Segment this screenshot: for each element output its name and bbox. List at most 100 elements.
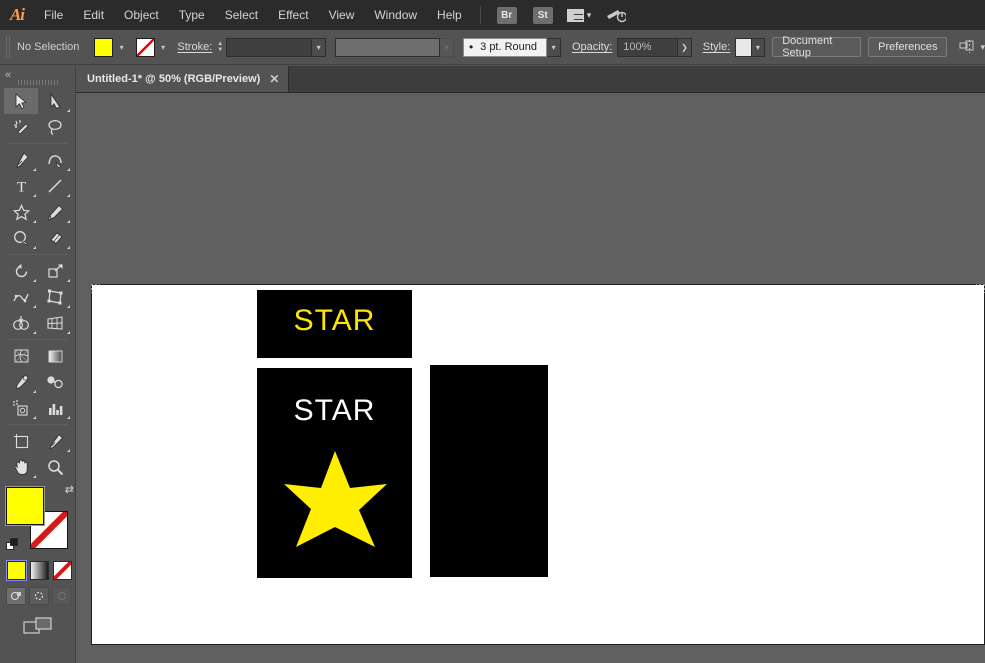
arrange-documents-icon	[567, 9, 584, 22]
tools-panel: «	[0, 66, 76, 663]
pen-nib-icon	[13, 152, 29, 169]
menu-effect[interactable]: Effect	[268, 0, 318, 30]
magic-wand-tool[interactable]	[4, 114, 38, 140]
artboard-corner-mark	[91, 284, 100, 293]
style-label[interactable]: Style:	[703, 41, 731, 53]
menu-object[interactable]: Object	[114, 0, 169, 30]
graphic-style-swatch[interactable]	[735, 38, 751, 57]
none-mode-button[interactable]	[53, 561, 72, 580]
draw-normal-button[interactable]	[6, 587, 26, 605]
paintbrush-tool[interactable]	[38, 199, 72, 225]
flyout-indicator	[67, 416, 70, 419]
line-segment-tool[interactable]	[38, 173, 72, 199]
direct-selection-arrow-icon	[49, 93, 62, 110]
selection-tool[interactable]	[4, 88, 38, 114]
width-tool[interactable]	[4, 284, 38, 310]
canvas-area[interactable]: STAR STAR	[76, 93, 985, 663]
menu-window[interactable]: Window	[364, 0, 427, 30]
opacity-label[interactable]: Opacity:	[572, 41, 612, 53]
menu-select[interactable]: Select	[215, 0, 268, 30]
shaper-pencil-tool[interactable]	[4, 225, 38, 251]
align-icon	[959, 40, 977, 55]
default-fill-stroke-icon[interactable]	[6, 538, 19, 551]
document-setup-button[interactable]: Document Setup	[772, 37, 861, 57]
slice-tool[interactable]	[38, 428, 72, 454]
variable-width-profile-dropdown[interactable]: ▾	[440, 38, 454, 57]
pen-tool[interactable]	[4, 147, 38, 173]
stroke-weight-stepper[interactable]: ▲▼	[217, 41, 223, 53]
artboard[interactable]: STAR STAR	[91, 284, 985, 645]
swap-fill-stroke-icon[interactable]: ⇄	[65, 483, 74, 496]
tools-panel-grip[interactable]	[18, 80, 58, 85]
menu-type[interactable]: Type	[169, 0, 215, 30]
free-transform-tool[interactable]	[38, 284, 72, 310]
shape-star-tool[interactable]	[4, 199, 38, 225]
change-screen-mode-button[interactable]	[0, 615, 75, 637]
symbol-sprayer-tool[interactable]	[4, 395, 38, 421]
shape-builder-tool[interactable]	[4, 310, 38, 336]
opacity-input[interactable]: 100%	[617, 38, 678, 57]
gradient-mode-button[interactable]	[30, 561, 49, 580]
variable-width-profile-input[interactable]	[335, 38, 440, 57]
align-options-button[interactable]: ▾	[959, 40, 985, 55]
fill-dropdown-chevron-icon[interactable]: ▾	[115, 38, 128, 57]
brush-definition-input[interactable]: • 3 pt. Round	[463, 38, 547, 57]
arrange-documents-button[interactable]: ▾	[567, 9, 592, 22]
black-rectangle-poster[interactable]: STAR	[257, 368, 412, 578]
stroke-dropdown-chevron-icon[interactable]: ▾	[157, 38, 170, 57]
stroke-color-swatch[interactable]	[136, 38, 155, 57]
rotate-icon	[13, 263, 30, 280]
magic-wand-icon	[13, 119, 30, 136]
close-icon[interactable]: ✕	[269, 72, 279, 86]
workspace-switcher-button[interactable]	[605, 6, 627, 24]
type-tool[interactable]: T	[4, 173, 38, 199]
gradient-tool[interactable]	[38, 343, 72, 369]
menu-edit[interactable]: Edit	[73, 0, 114, 30]
curvature-icon	[47, 152, 64, 169]
fill-color-control[interactable]	[6, 487, 44, 525]
stroke-weight-dropdown[interactable]: ▾	[312, 38, 326, 57]
color-mode-button[interactable]	[7, 561, 26, 580]
hand-tool[interactable]	[4, 454, 38, 480]
menu-view[interactable]: View	[319, 0, 365, 30]
graphic-style-dropdown[interactable]: ▾	[752, 38, 766, 57]
svg-text:T: T	[16, 180, 25, 195]
brush-definition-dropdown[interactable]: ▾	[547, 38, 561, 57]
black-rectangle-title[interactable]: STAR	[257, 290, 412, 358]
artboard-tool[interactable]	[4, 428, 38, 454]
yellow-star-shape[interactable]	[257, 448, 412, 552]
blend-tool[interactable]	[38, 369, 72, 395]
bridge-button[interactable]: Br	[497, 7, 517, 24]
lasso-tool[interactable]	[38, 114, 72, 140]
draw-behind-button[interactable]	[29, 587, 49, 605]
eraser-tool[interactable]	[38, 225, 72, 251]
collapse-panel-icon[interactable]: «	[5, 69, 9, 81]
flyout-indicator	[33, 475, 36, 478]
control-bar-grip[interactable]	[6, 36, 11, 58]
zoom-tool[interactable]	[38, 454, 72, 480]
menu-file[interactable]: File	[34, 0, 73, 30]
stock-button[interactable]: St	[533, 7, 553, 24]
flyout-indicator	[33, 331, 36, 334]
magnifier-icon	[47, 459, 64, 476]
draw-inside-button[interactable]	[52, 587, 72, 605]
eyedropper-tool[interactable]	[4, 369, 38, 395]
black-rectangle-empty[interactable]	[430, 365, 548, 577]
shaper-icon	[13, 230, 30, 247]
illustrator-window: Ai File Edit Object Type Select Effect V…	[0, 0, 985, 663]
column-graph-tool[interactable]	[38, 395, 72, 421]
fill-color-swatch[interactable]	[94, 38, 113, 57]
rotate-tool[interactable]	[4, 258, 38, 284]
opacity-flyout-arrow[interactable]: ❯	[678, 38, 692, 57]
stroke-weight-input[interactable]	[226, 38, 312, 57]
direct-selection-tool[interactable]	[38, 88, 72, 114]
curvature-tool[interactable]	[38, 147, 72, 173]
brush-definition-value: 3 pt. Round	[480, 41, 537, 53]
scale-tool[interactable]	[38, 258, 72, 284]
mesh-tool[interactable]	[4, 343, 38, 369]
perspective-grid-tool[interactable]	[38, 310, 72, 336]
preferences-button[interactable]: Preferences	[868, 37, 947, 57]
document-tab[interactable]: Untitled-1* @ 50% (RGB/Preview) ✕	[76, 66, 289, 92]
stroke-weight-label[interactable]: Stroke:	[177, 41, 212, 53]
menu-help[interactable]: Help	[427, 0, 472, 30]
